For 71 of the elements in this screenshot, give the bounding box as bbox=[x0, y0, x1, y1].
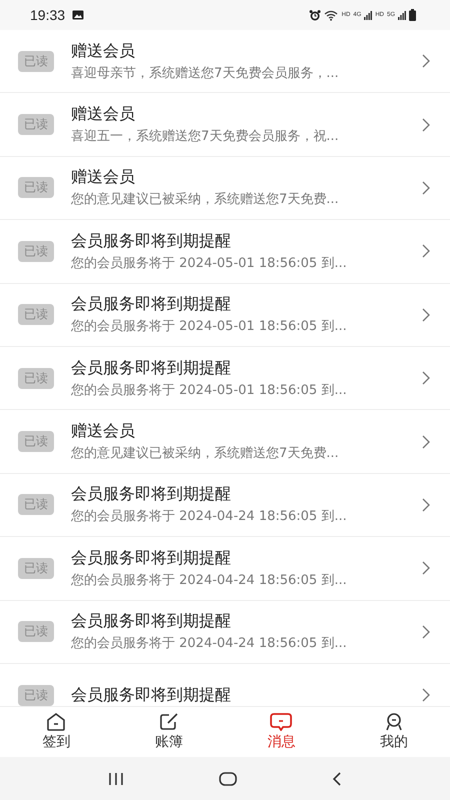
message-preview: 您的意见建议已被采纳，系统赠送您7天免费... bbox=[71, 445, 340, 462]
message-preview: 您的会员服务将于 2024-04-24 18:56:05 到... bbox=[71, 572, 348, 589]
message-title: 赠送会员 bbox=[71, 40, 136, 62]
message-title: 会员服务即将到期提醒 bbox=[71, 611, 232, 632]
message-title: 会员服务即将到期提醒 bbox=[71, 294, 232, 316]
message-preview: 您的会员服务将于 2024-05-01 18:56:05 到... bbox=[71, 254, 348, 272]
message-item[interactable]: 已读 会员服务即将到期提醒 您的会员服务将于 2024-05-01 18:56:05 到... bbox=[0, 220, 450, 284]
message-item[interactable]: 已读 会员服务即将到期提醒 您的会员服务将于 2024-04-24 18:56:05 到... bbox=[0, 600, 450, 664]
chevron-icon bbox=[422, 308, 430, 322]
message-title: 会员服务即将到期提醒 bbox=[71, 548, 232, 569]
wifi-icon bbox=[324, 10, 339, 20]
chevron-icon bbox=[422, 434, 430, 449]
read-badge: 已读 bbox=[18, 621, 54, 642]
home-button-icon[interactable] bbox=[218, 772, 237, 786]
chevron-icon bbox=[422, 561, 430, 576]
home-icon bbox=[46, 713, 66, 731]
tab[interactable]: 签到 bbox=[0, 707, 112, 757]
status-time: 19:33 bbox=[30, 7, 66, 23]
message-preview: 您的会员服务将于 2024-05-01 18:56:05 到... bbox=[71, 318, 348, 336]
signal-icon bbox=[398, 10, 406, 20]
message-item[interactable]: 已读 赠送会员 您的意见建议已被采纳，系统赠送您7天免费... bbox=[0, 156, 450, 220]
message-title: 赠送会员 bbox=[71, 104, 136, 126]
read-badge: 已读 bbox=[18, 177, 54, 198]
message-item[interactable]: 已读 赠送会员 您的意见建议已被采纳，系统赠送您7天免费... bbox=[0, 410, 450, 474]
tab[interactable]: 账簿 bbox=[112, 707, 225, 757]
chevron-icon bbox=[422, 624, 430, 639]
message-preview: 喜迎母亲节，系统赠送您7天免费会员服务，... bbox=[71, 64, 340, 82]
chevron-icon bbox=[422, 54, 430, 68]
read-badge: 已读 bbox=[18, 50, 54, 72]
read-badge: 已读 bbox=[18, 558, 54, 579]
message-preview: 喜迎五一，系统赠送您7天免费会员服务，祝... bbox=[71, 128, 340, 146]
chevron-icon bbox=[422, 688, 430, 702]
chevron-icon bbox=[422, 180, 430, 195]
chevron-icon bbox=[422, 498, 430, 512]
message-preview: 您的会员服务将于 2024-05-01 18:56:05 到... bbox=[71, 382, 348, 399]
back-icon[interactable] bbox=[332, 772, 342, 786]
read-badge: 已读 bbox=[18, 304, 54, 326]
chevron-icon bbox=[422, 244, 430, 258]
tab[interactable]: 消息 bbox=[225, 707, 338, 757]
chevron-icon bbox=[422, 371, 430, 386]
read-badge: 已读 bbox=[18, 431, 54, 452]
message-title: 会员服务即将到期提醒 bbox=[71, 358, 232, 379]
signal-icon bbox=[364, 10, 372, 20]
message-item[interactable]: 已读 会员服务即将到期提醒 您的会员服务将于 2024-05-01 18:56:05 到... bbox=[0, 346, 450, 410]
chevron-icon bbox=[422, 118, 430, 132]
read-badge: 已读 bbox=[18, 240, 54, 262]
message-title: 赠送会员 bbox=[71, 167, 136, 188]
read-badge: 已读 bbox=[18, 494, 54, 516]
recent-apps-icon[interactable] bbox=[108, 772, 124, 786]
message-title: 会员服务即将到期提醒 bbox=[71, 684, 232, 706]
read-badge: 已读 bbox=[18, 684, 54, 706]
message-preview: 您的意见建议已被采纳，系统赠送您7天免费... bbox=[71, 191, 340, 208]
message-title: 会员服务即将到期提醒 bbox=[71, 484, 232, 506]
edit-icon bbox=[158, 713, 179, 731]
message-item[interactable]: 已读 会员服务即将到期提醒 您的会员服务将于 2024-05-01 18:56:05 到... bbox=[0, 284, 450, 347]
message-item[interactable]: 已读 赠送会员 喜迎母亲节，系统赠送您7天免费会员服务，... bbox=[0, 30, 450, 94]
message-item[interactable]: 已读 赠送会员 喜迎五一，系统赠送您7天免费会员服务，祝... bbox=[0, 93, 450, 157]
image-icon bbox=[72, 10, 84, 20]
message-preview: 您的会员服务将于 2024-04-24 18:56:05 到... bbox=[71, 635, 348, 652]
message-item[interactable]: 已读 会员服务即将到期提醒 您的会员服务将于 2024-04-24 18:56:05 到... bbox=[0, 474, 450, 538]
message-icon bbox=[270, 713, 292, 731]
message-title: 赠送会员 bbox=[71, 421, 136, 442]
person-icon bbox=[384, 713, 404, 731]
alarm-icon bbox=[308, 10, 321, 20]
message-preview: 您的会员服务将于 2024-04-24 18:56:05 到... bbox=[71, 508, 348, 526]
read-badge: 已读 bbox=[18, 114, 54, 136]
tab[interactable]: 我的 bbox=[338, 707, 450, 757]
read-badge: 已读 bbox=[18, 368, 54, 389]
message-title: 会员服务即将到期提醒 bbox=[71, 230, 232, 252]
message-item[interactable]: 已读 会员服务即将到期提醒 您的会员服务将于 2024-04-24 18:56:05 到... bbox=[0, 537, 450, 601]
battery-icon bbox=[409, 9, 416, 21]
